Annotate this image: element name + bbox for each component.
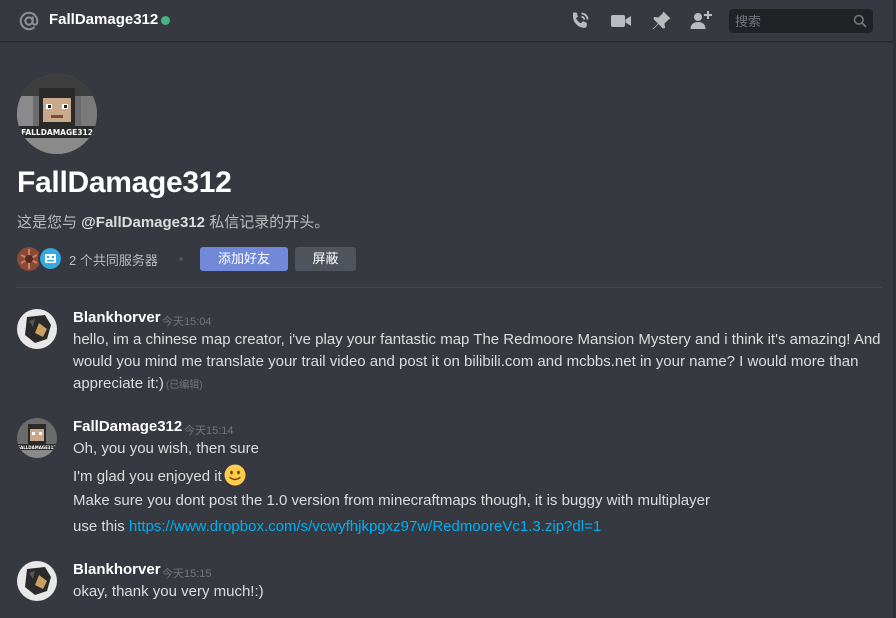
- add-friend-icon[interactable]: [689, 9, 713, 33]
- welcome-description: 这是您与 @FallDamage312 私信记录的开头。: [17, 214, 330, 231]
- mutual-server-icon[interactable]: [38, 246, 63, 271]
- message-text: hello, im a chinese map creator, i've pl…: [73, 331, 881, 348]
- message-author[interactable]: Blankhorver: [73, 309, 161, 326]
- at-icon: [19, 11, 39, 31]
- divider: [16, 287, 882, 288]
- pin-icon[interactable]: [649, 9, 673, 33]
- avatar[interactable]: [17, 309, 57, 349]
- video-call-icon[interactable]: [609, 9, 633, 33]
- user-mention[interactable]: @FallDamage312: [81, 214, 205, 231]
- welcome-title: FallDamage312: [17, 166, 232, 199]
- message-text: I'm glad you enjoyed it: [73, 464, 246, 488]
- mutual-servers-count[interactable]: 2 个共同服务器: [69, 250, 158, 269]
- avatar[interactable]: [17, 561, 57, 601]
- message-author[interactable]: FallDamage312: [73, 418, 182, 435]
- message-text: would you mind me translate your trail v…: [73, 353, 859, 370]
- message-text: okay, thank you very much!:): [73, 583, 264, 600]
- search-icon: [853, 14, 867, 28]
- svg-text:FALLDAMAGE312: FALLDAMAGE312: [21, 128, 93, 137]
- message-text: appreciate it:) (已编辑): [73, 375, 203, 392]
- online-status-dot: [161, 16, 170, 25]
- message-author[interactable]: Blankhorver: [73, 561, 161, 578]
- channel-header: FallDamage312: [0, 0, 896, 42]
- message-text: Make sure you dont post the 1.0 version …: [73, 492, 710, 509]
- edited-marker: (已编辑): [165, 380, 203, 391]
- message-timestamp: 今天15:15: [162, 568, 212, 580]
- phone-call-icon[interactable]: [568, 9, 592, 33]
- message-text: use this https://www.dropbox.com/s/vcwyf…: [73, 518, 602, 535]
- channel-title: FallDamage312: [49, 11, 159, 28]
- slightly-smiling-face-icon: [224, 464, 246, 486]
- message-timestamp: 今天15:04: [162, 316, 212, 328]
- avatar[interactable]: FALLDAMAGE312: [17, 418, 57, 458]
- search-input[interactable]: [735, 12, 845, 30]
- dropbox-link[interactable]: https://www.dropbox.com/s/vcwyfhjkpgxz97…: [129, 518, 601, 535]
- block-button[interactable]: 屏蔽: [295, 247, 356, 271]
- search-box[interactable]: [729, 9, 873, 33]
- add-friend-button[interactable]: 添加好友: [200, 247, 288, 271]
- message-text: Oh, you you wish, then sure: [73, 440, 259, 457]
- svg-text:FALLDAMAGE312: FALLDAMAGE312: [18, 445, 57, 450]
- separator-dot: [179, 257, 183, 261]
- message-timestamp: 今天15:14: [184, 425, 234, 437]
- profile-avatar[interactable]: FALLDAMAGE312: [17, 74, 97, 154]
